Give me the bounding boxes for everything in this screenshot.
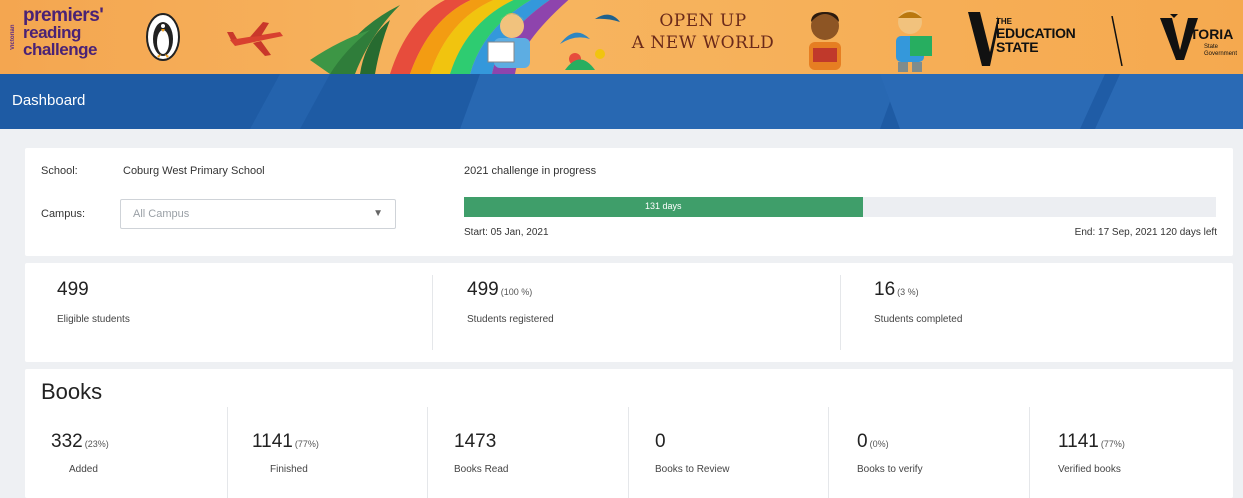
divider	[840, 275, 841, 350]
victoria-subtitle: State Government	[1204, 44, 1238, 57]
stat-eligible-students: 499 Eligible students	[57, 263, 427, 362]
book-stat-value: 0	[655, 431, 666, 452]
book-stat-books-to-review: 0 Books to Review	[629, 407, 829, 498]
divider-slash-icon	[1111, 16, 1123, 66]
book-stat-value: 1473	[454, 431, 497, 452]
victoria-government-logo[interactable]: TORIA State Government	[1160, 12, 1240, 66]
campus-select[interactable]: All Campus ▼	[120, 199, 396, 229]
tagline-line-1: OPEN UP	[659, 11, 747, 31]
child-reading-green-book-illustration-icon	[896, 10, 932, 72]
book-stat-caption: Books to verify	[857, 464, 923, 475]
header-pattern	[250, 74, 1243, 129]
stat-caption: Students registered	[467, 314, 554, 325]
tagline-line-2: A NEW WORLD	[631, 33, 775, 53]
campus-select-value: All Campus	[133, 208, 190, 220]
stat-caption: Students completed	[874, 314, 963, 325]
stat-value: 16 (3 %)	[874, 279, 919, 300]
book-stat-value: 1141 (77%)	[252, 431, 319, 452]
brand-line-3: challenge	[23, 40, 97, 59]
education-state-v-icon	[968, 12, 998, 66]
challenge-status: 2021 challenge in progress	[464, 165, 597, 177]
book-stat-value: 332 (23%)	[51, 431, 109, 452]
book-stat-verified-books: 1141 (77%) Verified books	[1030, 407, 1230, 498]
book-stat-caption: Verified books	[1058, 464, 1121, 475]
premiers-reading-challenge-logo[interactable]: Victorian premiers' reading challenge	[10, 5, 140, 67]
book-stat-caption: Finished	[270, 464, 308, 475]
tagline: OPEN UP A NEW WORLD	[628, 10, 778, 54]
book-stat-caption: Added	[69, 464, 98, 475]
dashboard-header: Dashboard	[0, 74, 1243, 129]
divider	[432, 275, 433, 350]
challenge-progress-fill: 131 days	[464, 197, 863, 217]
book-stat-caption: Books Read	[454, 464, 509, 475]
books-card: Books 332 (23%) Added 1141 (77%) Finished …	[25, 369, 1233, 498]
brand-line-2: reading	[23, 23, 81, 42]
birds-flowers-illustration-icon	[560, 14, 620, 70]
book-stat-books-to-verify: 0 (0%) Books to verify	[829, 407, 1029, 498]
stat-students-registered: 499 (100 %) Students registered	[467, 263, 837, 362]
books-title: Books	[41, 379, 103, 404]
school-value: Coburg West Primary School	[123, 165, 265, 177]
book-stat-value: 1141 (77%)	[1058, 431, 1125, 452]
book-stat-caption: Books to Review	[655, 464, 730, 475]
stat-students-completed: 16 (3 %) Students completed	[874, 263, 1214, 362]
book-stat-finished: 1141 (77%) Finished	[228, 407, 428, 498]
education-state-line-2: STATE	[996, 39, 1039, 55]
school-info-card: School: Coburg West Primary School Campu…	[25, 148, 1233, 256]
campus-label: Campus:	[41, 208, 86, 220]
banner: Victorian premiers' reading challenge OP…	[0, 0, 1243, 74]
stat-value: 499	[57, 279, 89, 300]
book-stat-value: 0 (0%)	[857, 431, 889, 452]
challenge-end-date: End: 17 Sep, 2021 120 days left	[1074, 227, 1217, 238]
education-state-line-1: EDUCATION	[996, 25, 1076, 41]
education-state-logo[interactable]: THE EDUCATION STATE	[968, 12, 1158, 66]
stat-caption: Eligible students	[57, 314, 130, 325]
brand-side-text: Victorian	[10, 24, 16, 50]
plane-illustration-icon	[227, 22, 283, 56]
stat-value: 499 (100 %)	[467, 279, 533, 300]
progress-label: 131 days	[645, 201, 682, 211]
victoria-name: TORIA	[1190, 26, 1234, 42]
school-label: School:	[41, 165, 78, 177]
book-stat-added: 332 (23%) Added	[25, 407, 226, 498]
penguin-books-logo-icon	[146, 13, 180, 61]
child-with-book-illustration-icon	[809, 12, 841, 70]
brand-line-1: premiers'	[23, 5, 104, 26]
page-title: Dashboard	[12, 92, 86, 109]
challenge-start-date: Start: 05 Jan, 2021	[464, 227, 549, 238]
book-stat-books-read: 1473 Books Read	[428, 407, 628, 498]
challenge-progress-bar: 131 days	[464, 197, 1216, 217]
student-stats-card: 499 Eligible students 499 (100 %) Student…	[25, 263, 1233, 362]
child-reading-illustration-icon	[487, 13, 530, 68]
chevron-down-icon: ▼	[373, 208, 383, 219]
